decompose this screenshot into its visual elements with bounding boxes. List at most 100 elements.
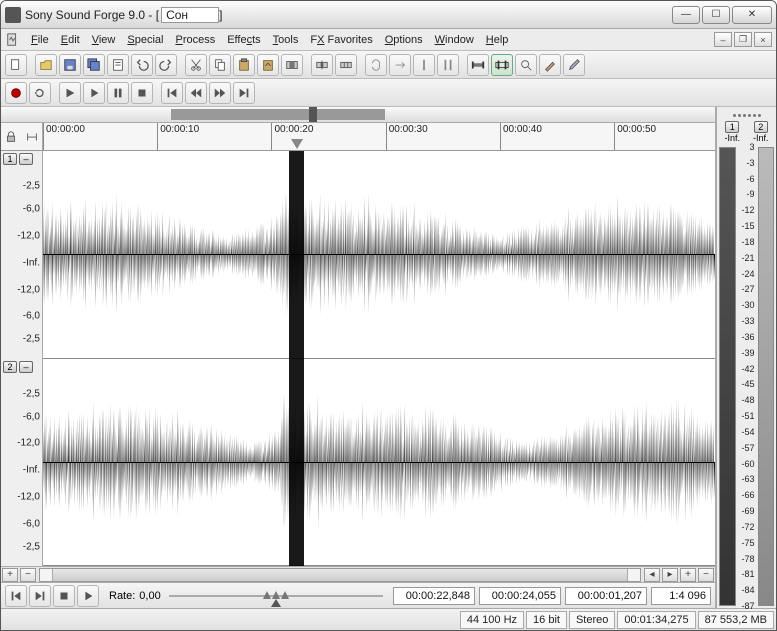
menu-tools[interactable]: Tools bbox=[267, 32, 305, 48]
event-button[interactable] bbox=[335, 54, 357, 76]
menu-fx-favorites[interactable]: FX Favorites bbox=[304, 32, 378, 48]
stop-button[interactable] bbox=[131, 82, 153, 104]
play-all-button[interactable] bbox=[59, 82, 81, 104]
scrollbar-thumb[interactable] bbox=[52, 569, 628, 581]
magnify-tool-button[interactable] bbox=[491, 54, 513, 76]
status-channel-mode[interactable]: Stereo bbox=[569, 611, 615, 629]
meter-scale-tick: -69 bbox=[741, 506, 754, 516]
overview-region[interactable] bbox=[171, 109, 385, 120]
forward-button[interactable] bbox=[209, 82, 231, 104]
record-button[interactable] bbox=[5, 82, 27, 104]
meter-bar-1[interactable] bbox=[719, 147, 736, 606]
menu-effects[interactable]: Effects bbox=[221, 32, 266, 48]
overview-cursor[interactable] bbox=[309, 107, 317, 122]
paste-button[interactable] bbox=[233, 54, 255, 76]
wave-panels[interactable] bbox=[43, 151, 715, 566]
insert-button[interactable] bbox=[311, 54, 333, 76]
channels: 1 – -2,5 -6,0 -12,0 -Inf. -12,0 -6,0 -2,… bbox=[1, 151, 715, 566]
meter-bar-2[interactable] bbox=[758, 147, 775, 606]
wave-channel-1[interactable] bbox=[43, 151, 715, 359]
cursor-time[interactable]: 00:00:22,848 bbox=[393, 587, 475, 605]
mini-play-button[interactable] bbox=[77, 585, 99, 607]
zoom-ratio[interactable]: 1:4 096 bbox=[651, 587, 711, 605]
undo-button[interactable] bbox=[131, 54, 153, 76]
rate-slider[interactable] bbox=[169, 589, 383, 603]
mini-goto-end-button[interactable] bbox=[29, 585, 51, 607]
channel-1-badge[interactable]: 1 bbox=[3, 153, 17, 165]
maximize-button[interactable]: ☐ bbox=[702, 6, 730, 24]
new-button[interactable] bbox=[5, 54, 27, 76]
menu-view[interactable]: View bbox=[86, 32, 122, 48]
menu-edit[interactable]: Edit bbox=[55, 32, 86, 48]
copy-button[interactable] bbox=[209, 54, 231, 76]
menu-options[interactable]: Options bbox=[379, 32, 429, 48]
region-button[interactable] bbox=[437, 54, 459, 76]
repeat-button[interactable] bbox=[365, 54, 387, 76]
vzoom-in-button[interactable]: + bbox=[2, 568, 18, 582]
replace-button[interactable] bbox=[389, 54, 411, 76]
wave-channel-2[interactable] bbox=[43, 359, 715, 567]
link-icon[interactable] bbox=[25, 130, 39, 144]
mix-button[interactable] bbox=[257, 54, 279, 76]
eyedropper-button[interactable] bbox=[563, 54, 585, 76]
meter-scale: 3-3-6-9-12-15-18-21-24-27-30-33-36-39-42… bbox=[738, 147, 756, 606]
save-all-button[interactable] bbox=[83, 54, 105, 76]
selection-length-time[interactable]: 00:00:01,207 bbox=[565, 587, 647, 605]
mini-stop-button[interactable] bbox=[53, 585, 75, 607]
meter-scale-tick: -72 bbox=[741, 522, 754, 532]
mdi-doc-icon[interactable] bbox=[5, 32, 21, 48]
vzoom-out-button[interactable]: − bbox=[20, 568, 36, 582]
menu-process[interactable]: Process bbox=[169, 32, 221, 48]
selection-end-time[interactable]: 00:00:24,055 bbox=[479, 587, 561, 605]
time-ruler[interactable]: 00:00:00 00:00:10 00:00:20 00:00:30 00:0… bbox=[43, 123, 715, 150]
mdi-close-button[interactable]: × bbox=[754, 32, 772, 47]
meter-grip[interactable] bbox=[717, 107, 776, 119]
hzoom-in-button[interactable]: + bbox=[680, 568, 696, 582]
play-button[interactable] bbox=[83, 82, 105, 104]
pause-button[interactable] bbox=[107, 82, 129, 104]
meter-peak-1: -Inf. bbox=[724, 133, 740, 143]
meter-ch2-badge[interactable]: 2 bbox=[754, 121, 768, 133]
meter-scale-tick: -30 bbox=[741, 300, 754, 310]
channel-1-minimize[interactable]: – bbox=[19, 153, 33, 165]
meter-scale-tick: -78 bbox=[741, 554, 754, 564]
loop-button[interactable] bbox=[29, 82, 51, 104]
close-button[interactable]: ✕ bbox=[732, 6, 772, 24]
channel-2-badge[interactable]: 2 bbox=[3, 361, 17, 373]
selection-region[interactable] bbox=[289, 151, 304, 566]
marker-button[interactable] bbox=[413, 54, 435, 76]
open-button[interactable] bbox=[35, 54, 57, 76]
redo-button[interactable] bbox=[155, 54, 177, 76]
channel-2-minimize[interactable]: – bbox=[19, 361, 33, 373]
cut-button[interactable] bbox=[185, 54, 207, 76]
transport-toolbar bbox=[1, 79, 776, 107]
menu-special[interactable]: Special bbox=[121, 32, 169, 48]
mini-goto-start-button[interactable] bbox=[5, 585, 27, 607]
menu-help[interactable]: Help bbox=[480, 32, 515, 48]
mdi-restore-button[interactable]: ❐ bbox=[734, 32, 752, 47]
properties-button[interactable] bbox=[107, 54, 129, 76]
edit-tool-button[interactable] bbox=[467, 54, 489, 76]
save-button[interactable] bbox=[59, 54, 81, 76]
pencil-tool-button[interactable] bbox=[539, 54, 561, 76]
scroll-left-button[interactable]: ◂ bbox=[644, 568, 660, 582]
menu-file[interactable]: File bbox=[25, 32, 55, 48]
hzoom-out-button[interactable]: − bbox=[698, 568, 714, 582]
overview-bar[interactable] bbox=[1, 107, 715, 123]
minimize-button[interactable]: — bbox=[672, 6, 700, 24]
status-length[interactable]: 00:01:34,275 bbox=[617, 611, 695, 629]
scroll-right-button[interactable]: ▸ bbox=[662, 568, 678, 582]
mdi-minimize-button[interactable]: – bbox=[714, 32, 732, 47]
status-bit-depth[interactable]: 16 bit bbox=[526, 611, 567, 629]
status-sample-rate[interactable]: 44 100 Hz bbox=[460, 611, 524, 629]
horizontal-scrollbar[interactable] bbox=[39, 568, 641, 582]
zoom-tool-button[interactable] bbox=[515, 54, 537, 76]
lock-icon[interactable] bbox=[4, 130, 18, 144]
menu-window[interactable]: Window bbox=[429, 32, 480, 48]
trim-button[interactable] bbox=[281, 54, 303, 76]
goto-start-button[interactable] bbox=[161, 82, 183, 104]
rate-slider-handle[interactable] bbox=[271, 599, 281, 607]
rewind-button[interactable] bbox=[185, 82, 207, 104]
goto-end-button[interactable] bbox=[233, 82, 255, 104]
meter-ch1-badge[interactable]: 1 bbox=[725, 121, 739, 133]
